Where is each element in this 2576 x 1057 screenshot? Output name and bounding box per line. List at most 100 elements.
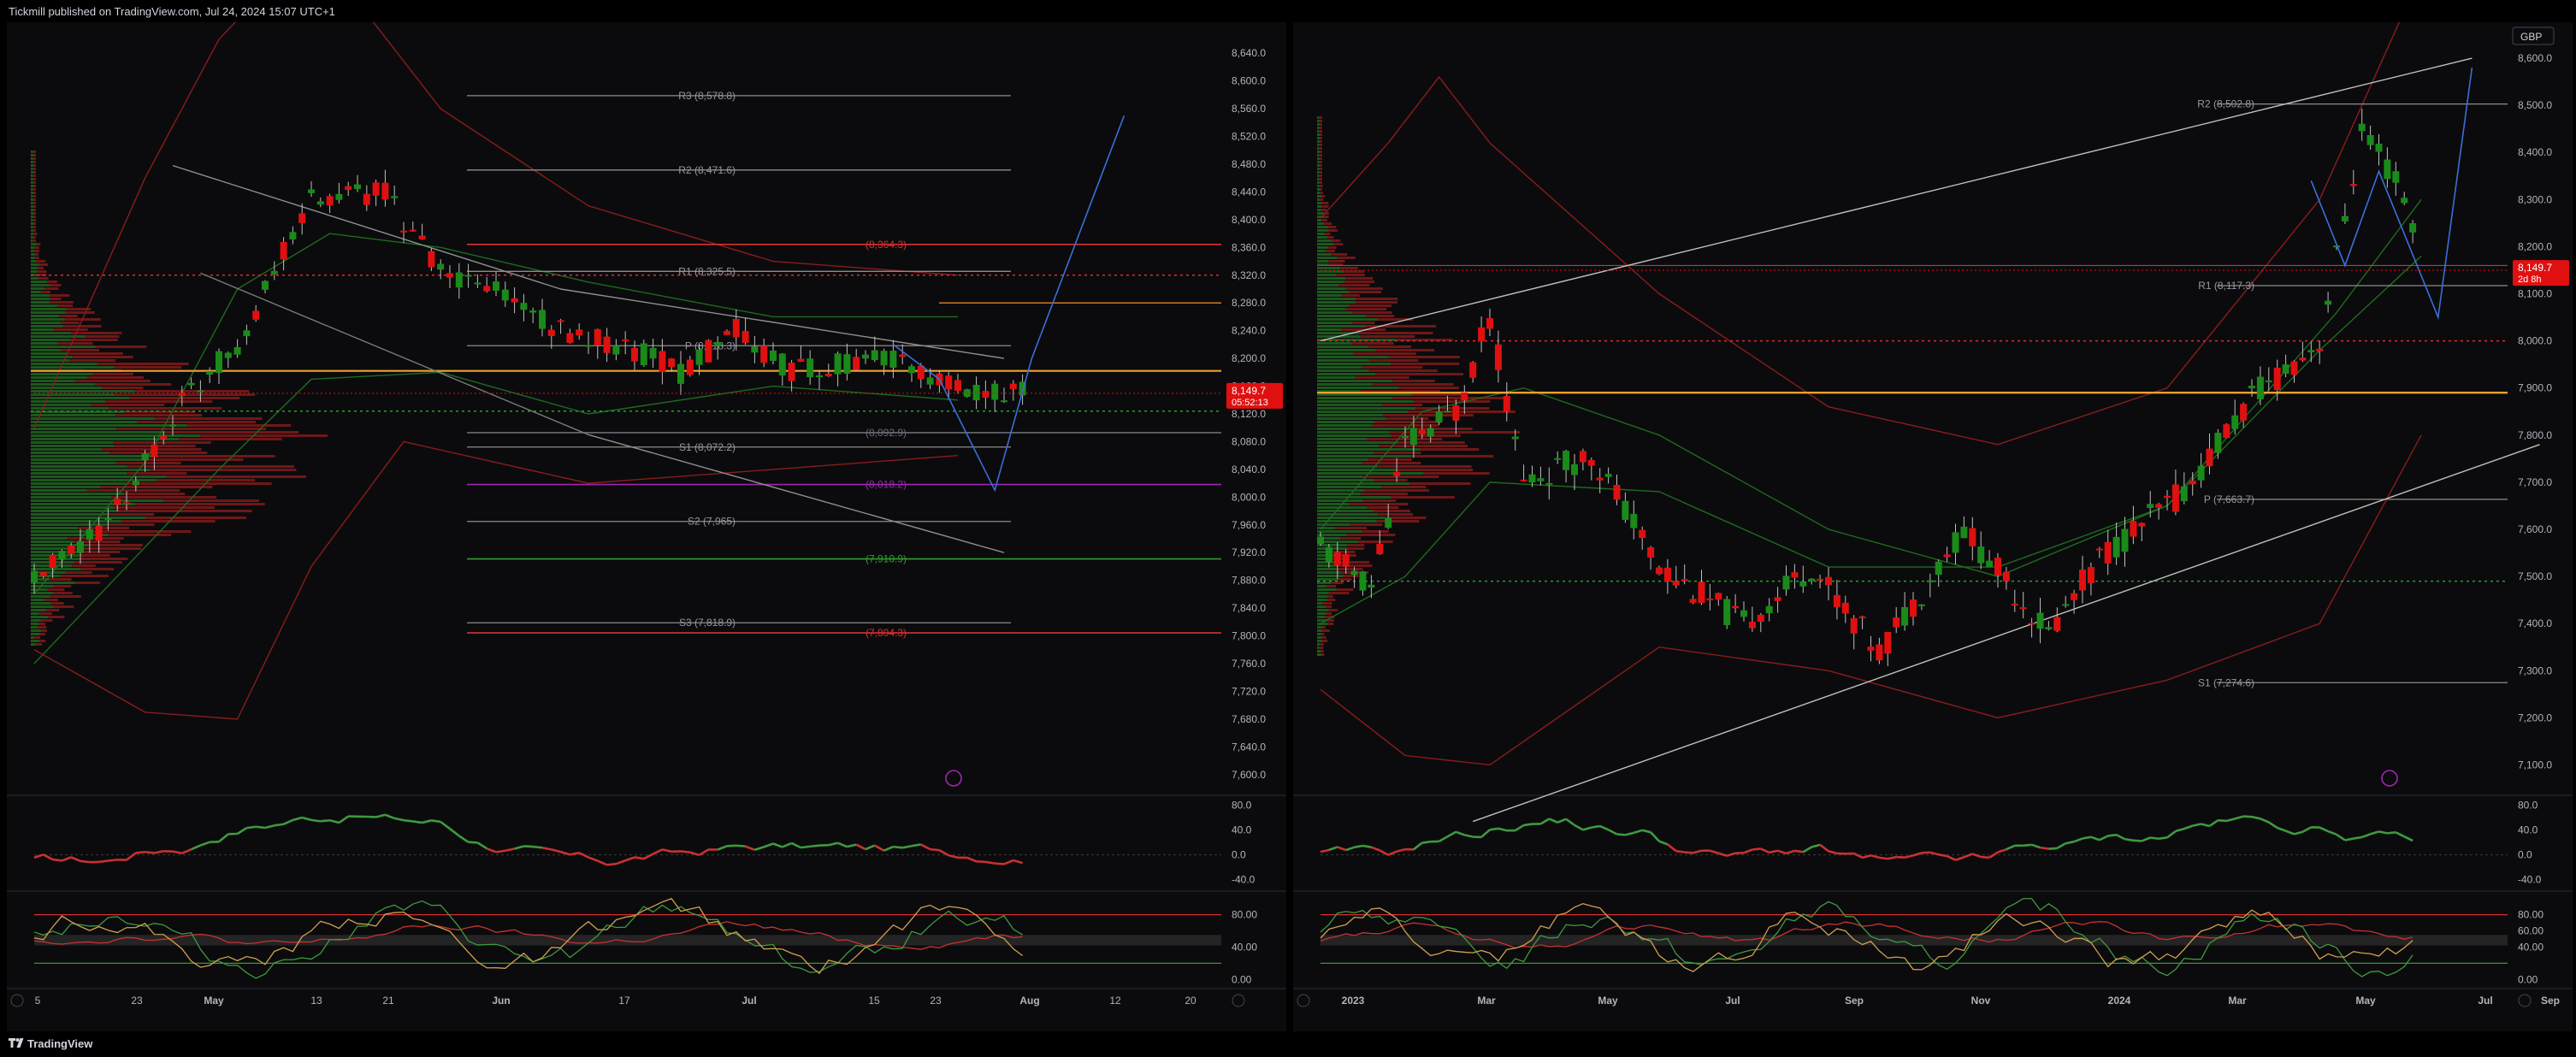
- candle-down: [1342, 553, 1350, 567]
- right-chart-panel[interactable]: R2 (8,502.8) R1 (8,117.3) P (7,663.7) S1 (7…: [1293, 10, 2573, 1031]
- price-tick-label: 7,300.0: [2518, 664, 2552, 676]
- volume-profile-bar-up: [1317, 226, 1328, 228]
- candle-down: [2138, 523, 2146, 527]
- volume-profile-bar-up: [1317, 250, 1326, 252]
- stochastic-tick-label: 80.00: [2518, 909, 2544, 921]
- volume-profile-bar-up: [1317, 188, 1320, 191]
- rsi-line-segment: [181, 848, 192, 854]
- candle-down: [1579, 451, 1586, 463]
- candle-up: [520, 303, 528, 310]
- volume-profile-bar-up: [1317, 280, 1345, 283]
- volume-profile-bar-down: [1328, 609, 1338, 611]
- volume-profile-bar-up: [31, 301, 50, 304]
- left-chart-svg[interactable]: R3 (8,578.8)R2 (8,471.6)R1 (8,325.5)P (8…: [7, 0, 1286, 1031]
- rsi-line-segment: [653, 848, 663, 855]
- candle-up: [2307, 350, 2315, 352]
- rsi-line-segment: [754, 846, 765, 852]
- volume-profile-bar-down: [1366, 315, 1395, 317]
- bollinger-band-line: [1320, 10, 2405, 446]
- volume-profile-bar-up: [1317, 640, 1323, 642]
- volume-profile-bar-up: [1317, 585, 1326, 588]
- pivot-level-label: S1 (7,274.6): [2198, 676, 2254, 688]
- volume-profile-bar-up: [1317, 489, 1365, 492]
- candle-down: [372, 182, 380, 196]
- candle-down: [899, 354, 907, 357]
- volume-profile-bar-down: [1423, 472, 1490, 475]
- rsi-line-segment: [2124, 837, 2134, 842]
- rsi-line-segment: [1888, 855, 1897, 860]
- right-chart-svg[interactable]: R2 (8,502.8) R1 (8,117.3) P (7,663.7) S1 (7…: [1293, 10, 2573, 1031]
- volume-profile-bar-down: [1319, 185, 1323, 187]
- volume-profile-bar-up: [31, 260, 37, 263]
- last-price-countdown: 05:52:13: [1232, 398, 1268, 408]
- rsi-line-segment: [930, 847, 940, 852]
- volume-profile-bar-down: [179, 438, 282, 440]
- rsi-line-segment: [246, 825, 257, 830]
- time-tick-label: 21: [382, 995, 394, 1007]
- volume-profile-bar-up: [31, 469, 151, 471]
- rsi-line-segment: [1565, 818, 1575, 826]
- alert-flash-icon: [945, 770, 962, 787]
- rsi-line-segment: [1320, 848, 1330, 853]
- volume-profile-bar-up: [31, 151, 33, 153]
- candle-down: [1647, 546, 1655, 558]
- volume-profile-bar-up: [1317, 257, 1338, 259]
- volume-profile-bar-up: [1317, 647, 1320, 649]
- volume-profile-bar-down: [1360, 335, 1415, 338]
- volume-profile-bar-up: [1317, 387, 1399, 389]
- volume-profile-bar-down: [1345, 277, 1374, 280]
- volume-profile-bar-up: [31, 551, 83, 553]
- volume-profile-bar-up: [31, 612, 39, 615]
- volume-profile-bar-up: [1317, 219, 1321, 221]
- volume-profile-bar-down: [1411, 455, 1494, 458]
- candle-up: [243, 330, 251, 337]
- candle-down: [1596, 477, 1604, 481]
- rsi-line-segment: [43, 853, 54, 861]
- volume-profile-bar-down: [33, 185, 36, 187]
- candle-up: [1740, 610, 1747, 617]
- candle-up: [132, 481, 139, 486]
- rsi-line-segment: [1607, 829, 1618, 836]
- candle-up: [2248, 386, 2255, 389]
- left-chart-panel[interactable]: R3 (8,578.8)R2 (8,471.6)R1 (8,325.5)P (8…: [7, 0, 1286, 1031]
- rsi-line-segment: [1599, 824, 1610, 831]
- volume-profile-bar-down: [134, 390, 250, 393]
- candle-up: [2231, 415, 2239, 429]
- volume-profile-bar-down: [52, 592, 73, 594]
- rsi-line-segment: [698, 848, 710, 857]
- panel-divider[interactable]: [1286, 22, 1293, 1031]
- candle-down: [954, 380, 961, 392]
- candle-down: [1867, 647, 1875, 651]
- volume-profile-bar-down: [33, 209, 36, 211]
- rsi-line-segment: [1819, 843, 1829, 853]
- volume-profile-bar-up: [1317, 229, 1329, 232]
- volume-profile-bar-down: [1415, 407, 1490, 410]
- rsi-line-segment: [1633, 829, 1643, 835]
- volume-profile-bar-up: [31, 322, 61, 324]
- candle-up: [2062, 604, 2070, 606]
- rsi-line-segment: [1862, 853, 1871, 859]
- rsi-tick-label: -40.0: [2518, 874, 2542, 886]
- volume-profile-bar-up: [31, 486, 101, 488]
- volume-profile-bar-up: [1317, 366, 1362, 369]
- volume-profile-bar-down: [186, 424, 292, 427]
- volume-profile-bar-up: [1317, 650, 1321, 653]
- candle-up: [2366, 134, 2374, 145]
- candle-up: [1409, 428, 1417, 445]
- volume-profile-bar-down: [1320, 151, 1322, 153]
- rsi-line-segment: [1354, 844, 1363, 848]
- volume-profile-bar-up: [31, 185, 34, 187]
- rsi-line-segment: [1616, 833, 1626, 836]
- volume-profile-bar-up: [1317, 510, 1374, 512]
- rsi-line-segment: [865, 844, 876, 851]
- volume-profile-bar-down: [1350, 291, 1381, 293]
- candle-down: [1715, 593, 1722, 600]
- volume-profile-bar-down: [1320, 123, 1322, 126]
- candle-up: [187, 382, 195, 386]
- candle-down: [2019, 607, 2027, 610]
- candle-down: [1969, 528, 1976, 546]
- volume-profile-bar-down: [33, 250, 40, 252]
- rsi-line-segment: [449, 828, 460, 837]
- volume-profile-bar-down: [1327, 623, 1334, 625]
- volume-profile-bar-down: [38, 612, 53, 615]
